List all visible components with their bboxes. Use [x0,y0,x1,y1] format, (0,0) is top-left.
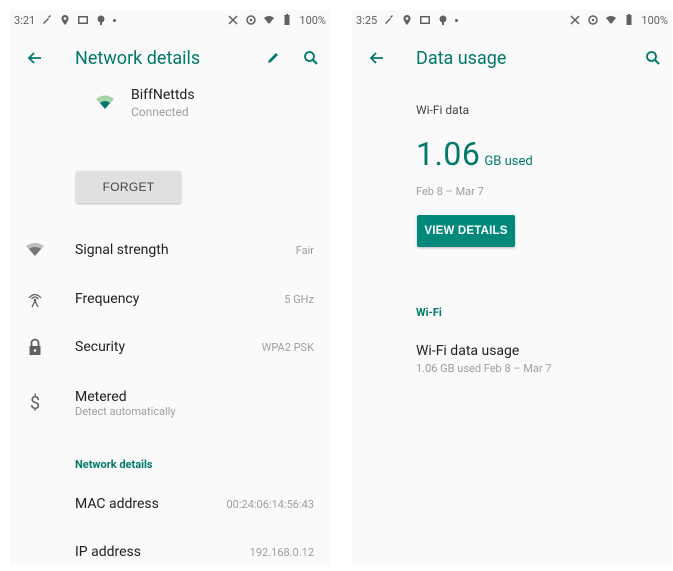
search-icon [304,51,318,65]
frequency-value: 5 GHz [284,292,314,306]
forget-button[interactable]: FORGET [76,171,181,203]
edit-button[interactable] [254,38,292,78]
data-used-amount: 1.06 GB used [416,135,533,173]
network-header: BiffNettds Connected [10,86,330,134]
search-button[interactable] [292,38,330,78]
back-button[interactable] [10,30,60,86]
wifi-data-label: Wi-Fi data [416,103,470,117]
data-used-value: 1.06 [416,135,481,173]
wifi-data-usage-item[interactable]: Wi-Fi data usage [416,343,519,359]
security-label: Security [75,339,126,355]
mac-address-value: 00:24:06:14:56:43 [226,497,314,511]
view-details-button[interactable]: VIEW DETAILS [417,215,515,247]
network-details-screen: 3:21 100% Network details BiffNettds Con… [10,10,330,565]
sync-icon [588,15,599,25]
signal-strength-icon [26,243,44,256]
lock-icon [29,338,41,355]
notification-dot [455,18,459,22]
battery-percent: 100% [641,13,668,27]
wifi-icon [96,95,114,109]
ip-address-label: IP address [75,544,142,560]
security-value: WPA2 PSK [261,340,314,354]
frequency-label: Frequency [75,291,140,307]
row-ip-address: IP address 192.168.0.12 [10,540,330,564]
location-icon [403,15,411,25]
metered-sub: Detect automatically [75,404,176,418]
image-icon [78,16,89,24]
metered-label: Metered [75,388,127,405]
network-name: BiffNettds [131,87,195,103]
nfc-icon [570,15,580,25]
antenna-icon [28,293,42,308]
wifi-status-icon [264,16,275,24]
wrench-icon [385,15,394,24]
battery-icon [284,14,290,25]
app-bar: Data usage [352,30,672,86]
status-time: 3:21 [14,13,36,27]
back-button[interactable] [352,30,402,86]
pencil-icon [268,53,278,63]
location-pin-icon [439,15,447,25]
row-mac-address: MAC address 00:24:06:14:56:43 [10,492,330,516]
wifi-status-icon [606,16,617,24]
status-bar: 3:25 100% [352,10,672,30]
mac-address-label: MAC address [75,496,159,512]
section-network-details: Network details [75,458,153,471]
image-icon [420,16,431,24]
nfc-icon [228,15,238,25]
data-usage-screen: 3:25 100% Data usage Wi-Fi data 1.06 GB … [352,10,672,565]
data-used-unit: GB used [484,154,533,169]
status-bar: 3:21 100% [10,10,330,30]
row-signal-strength: Signal strength Fair [10,238,330,262]
arrow-back-icon [369,52,383,64]
location-pin-icon [97,15,105,25]
network-status: Connected [131,105,189,119]
location-icon [61,15,69,25]
signal-strength-label: Signal strength [75,242,169,258]
search-icon [646,51,660,65]
dollar-icon: $ [29,392,41,414]
search-button[interactable] [634,38,672,78]
row-frequency: Frequency 5 GHz [10,287,330,311]
arrow-back-icon [27,52,41,64]
status-time: 3:25 [356,13,378,27]
battery-percent: 100% [299,13,326,27]
ip-address-value: 192.168.0.12 [249,545,314,559]
sync-icon [246,15,257,25]
signal-strength-value: Fair [295,243,314,257]
billing-dates: Feb 8 – Mar 7 [416,185,484,198]
wifi-data-usage-sub: 1.06 GB used Feb 8 – Mar 7 [416,362,552,375]
page-title: Network details [75,47,201,69]
battery-icon [626,14,632,25]
wrench-icon [43,15,52,24]
page-title: Data usage [416,47,507,69]
row-metered[interactable]: $ Metered Detect automatically [10,383,330,423]
notification-dot [113,18,117,22]
app-bar: Network details [10,30,330,86]
section-wifi: Wi-Fi [416,306,442,319]
row-security: Security WPA2 PSK [10,335,330,359]
